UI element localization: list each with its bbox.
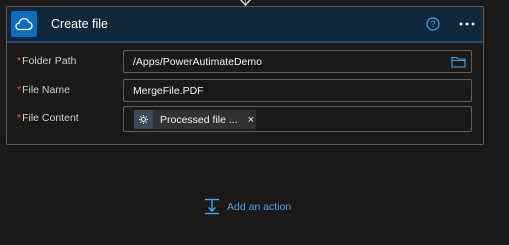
file-name-label-text: File Name: [22, 84, 70, 96]
help-icon[interactable]: ?: [426, 17, 440, 31]
more-options-icon[interactable]: [458, 19, 476, 29]
folder-path-row: *Folder Path /Apps/PowerAutimateDemo: [7, 50, 483, 74]
required-marker: *: [17, 112, 22, 124]
add-action-button[interactable]: Add an action: [204, 198, 291, 215]
file-content-row: *File Content Processed file ... ×: [7, 106, 483, 132]
add-action-icon: [205, 198, 219, 215]
file-content-label-text: File Content: [22, 112, 79, 124]
onedrive-cloud-icon: [11, 11, 37, 37]
add-action-label: Add an action: [227, 200, 292, 213]
svg-text:?: ?: [430, 19, 435, 29]
file-content-input[interactable]: Processed file ... ×: [123, 106, 472, 132]
create-file-action-card: Create file ? *Folder Path /Apps/PowerAu…: [6, 6, 484, 145]
file-name-input[interactable]: MergeFile.PDF: [123, 79, 472, 102]
token-action-icon: [134, 110, 153, 129]
required-marker: *: [17, 84, 22, 96]
token-label: Processed file ...: [160, 113, 238, 126]
card-header[interactable]: Create file ?: [7, 7, 483, 43]
folder-path-label: *Folder Path: [17, 55, 76, 67]
token-remove-icon[interactable]: ×: [248, 114, 254, 126]
folder-path-label-text: Folder Path: [22, 55, 77, 67]
file-name-label: *File Name: [17, 84, 70, 96]
file-name-value: MergeFile.PDF: [133, 85, 204, 97]
dynamic-content-token[interactable]: Processed file ... ×: [134, 110, 256, 129]
folder-picker-icon[interactable]: [451, 55, 466, 68]
card-title: Create file: [51, 17, 108, 31]
folder-path-input[interactable]: /Apps/PowerAutimateDemo: [123, 50, 472, 73]
file-name-row: *File Name MergeFile.PDF: [7, 79, 483, 103]
folder-path-value: /Apps/PowerAutimateDemo: [133, 56, 262, 68]
required-marker: *: [17, 55, 22, 67]
file-content-label: *File Content: [17, 112, 79, 124]
